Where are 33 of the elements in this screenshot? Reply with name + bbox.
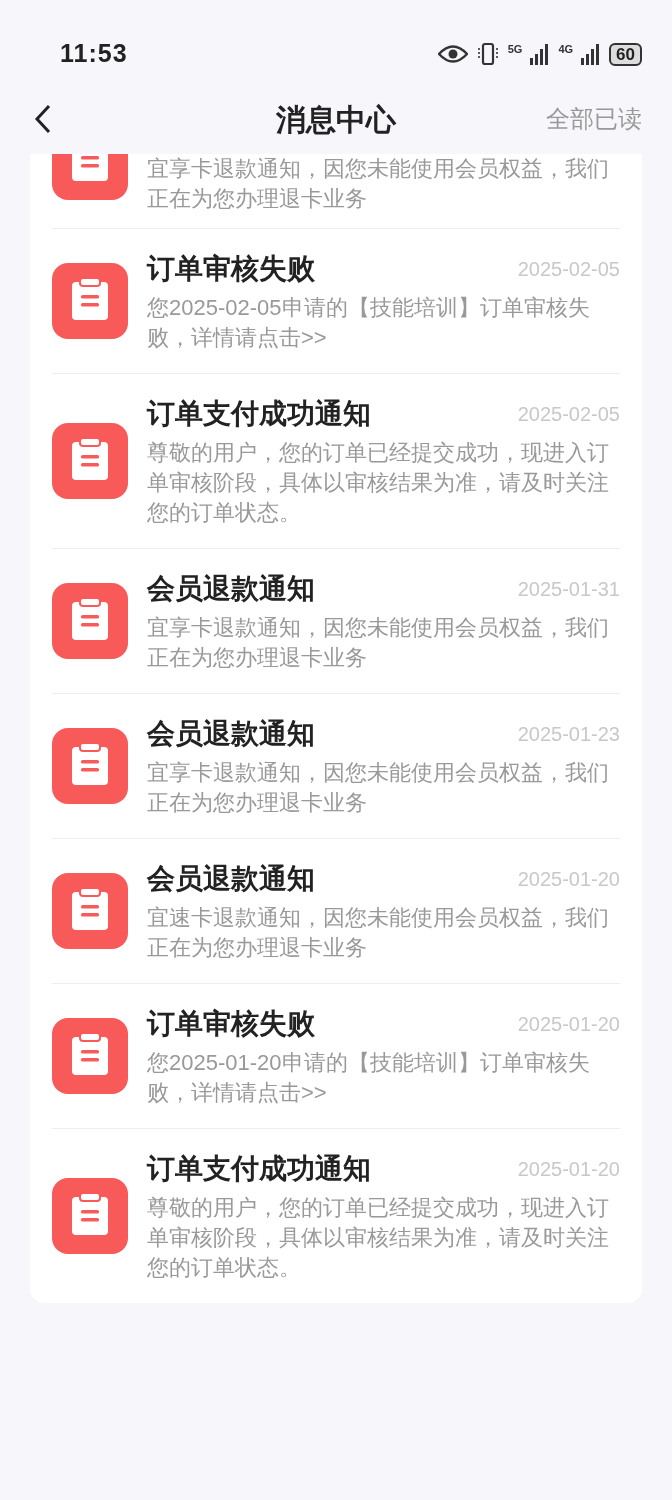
mark-all-read-link[interactable]: 全部已读 <box>546 101 642 137</box>
message-title: 会员退款通知 <box>147 572 315 606</box>
message-text: 尊敬的用户，您的订单已经提交成功，现进入订单审核阶段，具体以审核结果为准，请及时关注您的订单状态。 <box>147 1194 610 1282</box>
back-icon[interactable] <box>34 104 52 134</box>
message-text: 宜享卡退款通知，因您未能使用会员权益，我们正在为您办理退卡业务 <box>147 614 610 672</box>
clipboard-icon <box>52 1178 128 1254</box>
message-text: 您2025-01-20申请的【技能培训】订单审核失败，详情请点击>> <box>147 1049 591 1107</box>
message-title: 会员退款通知 <box>147 862 315 896</box>
signal-icon <box>530 43 551 65</box>
message-text: 尊敬的用户，您的订单已经提交成功，现进入订单审核阶段，具体以审核结果为准，请及时关注您的订单状态。 <box>147 439 610 527</box>
message-title: 订单审核失败 <box>147 1007 315 1041</box>
signal-icon <box>581 43 602 65</box>
message-text: 宜享卡退款通知，因您未能使用会员权益，我们正在为您办理退卡业务 <box>147 759 610 817</box>
clipboard-icon <box>52 423 128 499</box>
message-title: 订单支付成功通知 <box>147 397 371 431</box>
clipboard-icon <box>52 263 128 339</box>
clipboard-icon <box>52 1018 128 1094</box>
message-text: 宜享卡退款通知，因您未能使用会员权益，我们正在为您办理退卡业务 <box>147 155 610 213</box>
status-time: 11:53 <box>60 38 128 70</box>
network-label: 4G <box>558 44 574 55</box>
eye-icon <box>437 45 468 63</box>
message-title: 订单审核失败 <box>147 252 315 286</box>
message-title: 会员退款通知 <box>147 717 315 751</box>
battery-indicator: 60 <box>609 42 642 66</box>
clipboard-icon <box>52 728 128 804</box>
clipboard-icon <box>52 873 128 949</box>
message-text: 您2025-02-05申请的【技能培训】订单审核失败，详情请点击>> <box>147 294 591 352</box>
message-text: 宜速卡退款通知，因您未能使用会员权益，我们正在为您办理退卡业务 <box>147 904 610 962</box>
clipboard-icon <box>52 583 128 659</box>
page-title: 消息中心 <box>276 101 396 138</box>
vibrate-icon <box>475 42 500 66</box>
message-title: 订单支付成功通知 <box>147 1152 371 1186</box>
network-label: 5G <box>507 44 523 55</box>
